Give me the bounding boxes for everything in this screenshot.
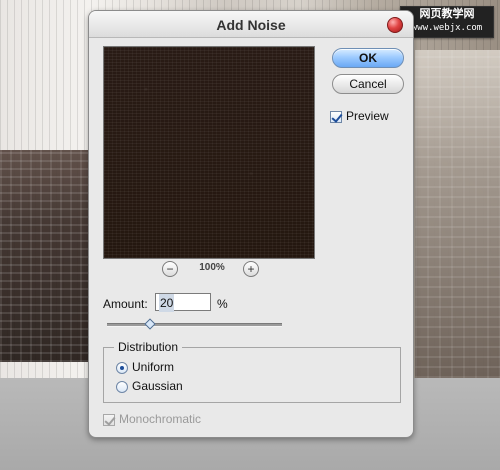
amount-value: 20: [159, 294, 175, 312]
uniform-label[interactable]: Uniform: [132, 360, 174, 374]
zoom-in-button[interactable]: +: [243, 261, 259, 277]
preview-toggle[interactable]: Preview: [330, 109, 400, 127]
dialog-title: Add Noise: [216, 17, 286, 33]
watermark-line2: www.webjx.com: [411, 23, 483, 33]
distribution-title: Distribution: [114, 340, 183, 354]
zoom-controls: − 100% +: [162, 261, 262, 277]
building-right: [415, 50, 500, 378]
add-noise-dialog: Add Noise − 100% + OK Cancel Preview Amo…: [88, 10, 414, 438]
amount-label: Amount:: [103, 297, 148, 311]
monochromatic-checkbox: [103, 414, 115, 426]
gaussian-label[interactable]: Gaussian: [132, 379, 183, 393]
gaussian-radio[interactable]: [116, 381, 128, 393]
filter-preview[interactable]: [103, 46, 315, 259]
uniform-radio[interactable]: [116, 362, 128, 374]
noise-texture: [104, 47, 314, 258]
monochromatic-toggle: Monochromatic: [103, 412, 243, 429]
cancel-button[interactable]: Cancel: [332, 74, 404, 94]
amount-slider-track[interactable]: [107, 323, 282, 327]
close-icon[interactable]: [387, 17, 403, 33]
preview-label: Preview: [346, 109, 389, 123]
watermark-logo: 网页教学网 www.webjx.com: [400, 6, 494, 38]
watermark-line1: 网页教学网: [419, 7, 475, 20]
distribution-group: Distribution Uniform Gaussian: [103, 340, 401, 403]
building-left: [0, 150, 95, 362]
amount-unit: %: [217, 297, 228, 311]
amount-input[interactable]: 20: [155, 293, 211, 312]
zoom-out-button[interactable]: −: [162, 261, 178, 277]
dialog-titlebar: Add Noise: [89, 11, 413, 38]
ok-button[interactable]: OK: [332, 48, 404, 68]
amount-slider-thumb[interactable]: [144, 318, 156, 330]
preview-checkbox[interactable]: [330, 111, 342, 123]
zoom-level: 100%: [199, 262, 225, 273]
monochromatic-label: Monochromatic: [119, 412, 202, 426]
